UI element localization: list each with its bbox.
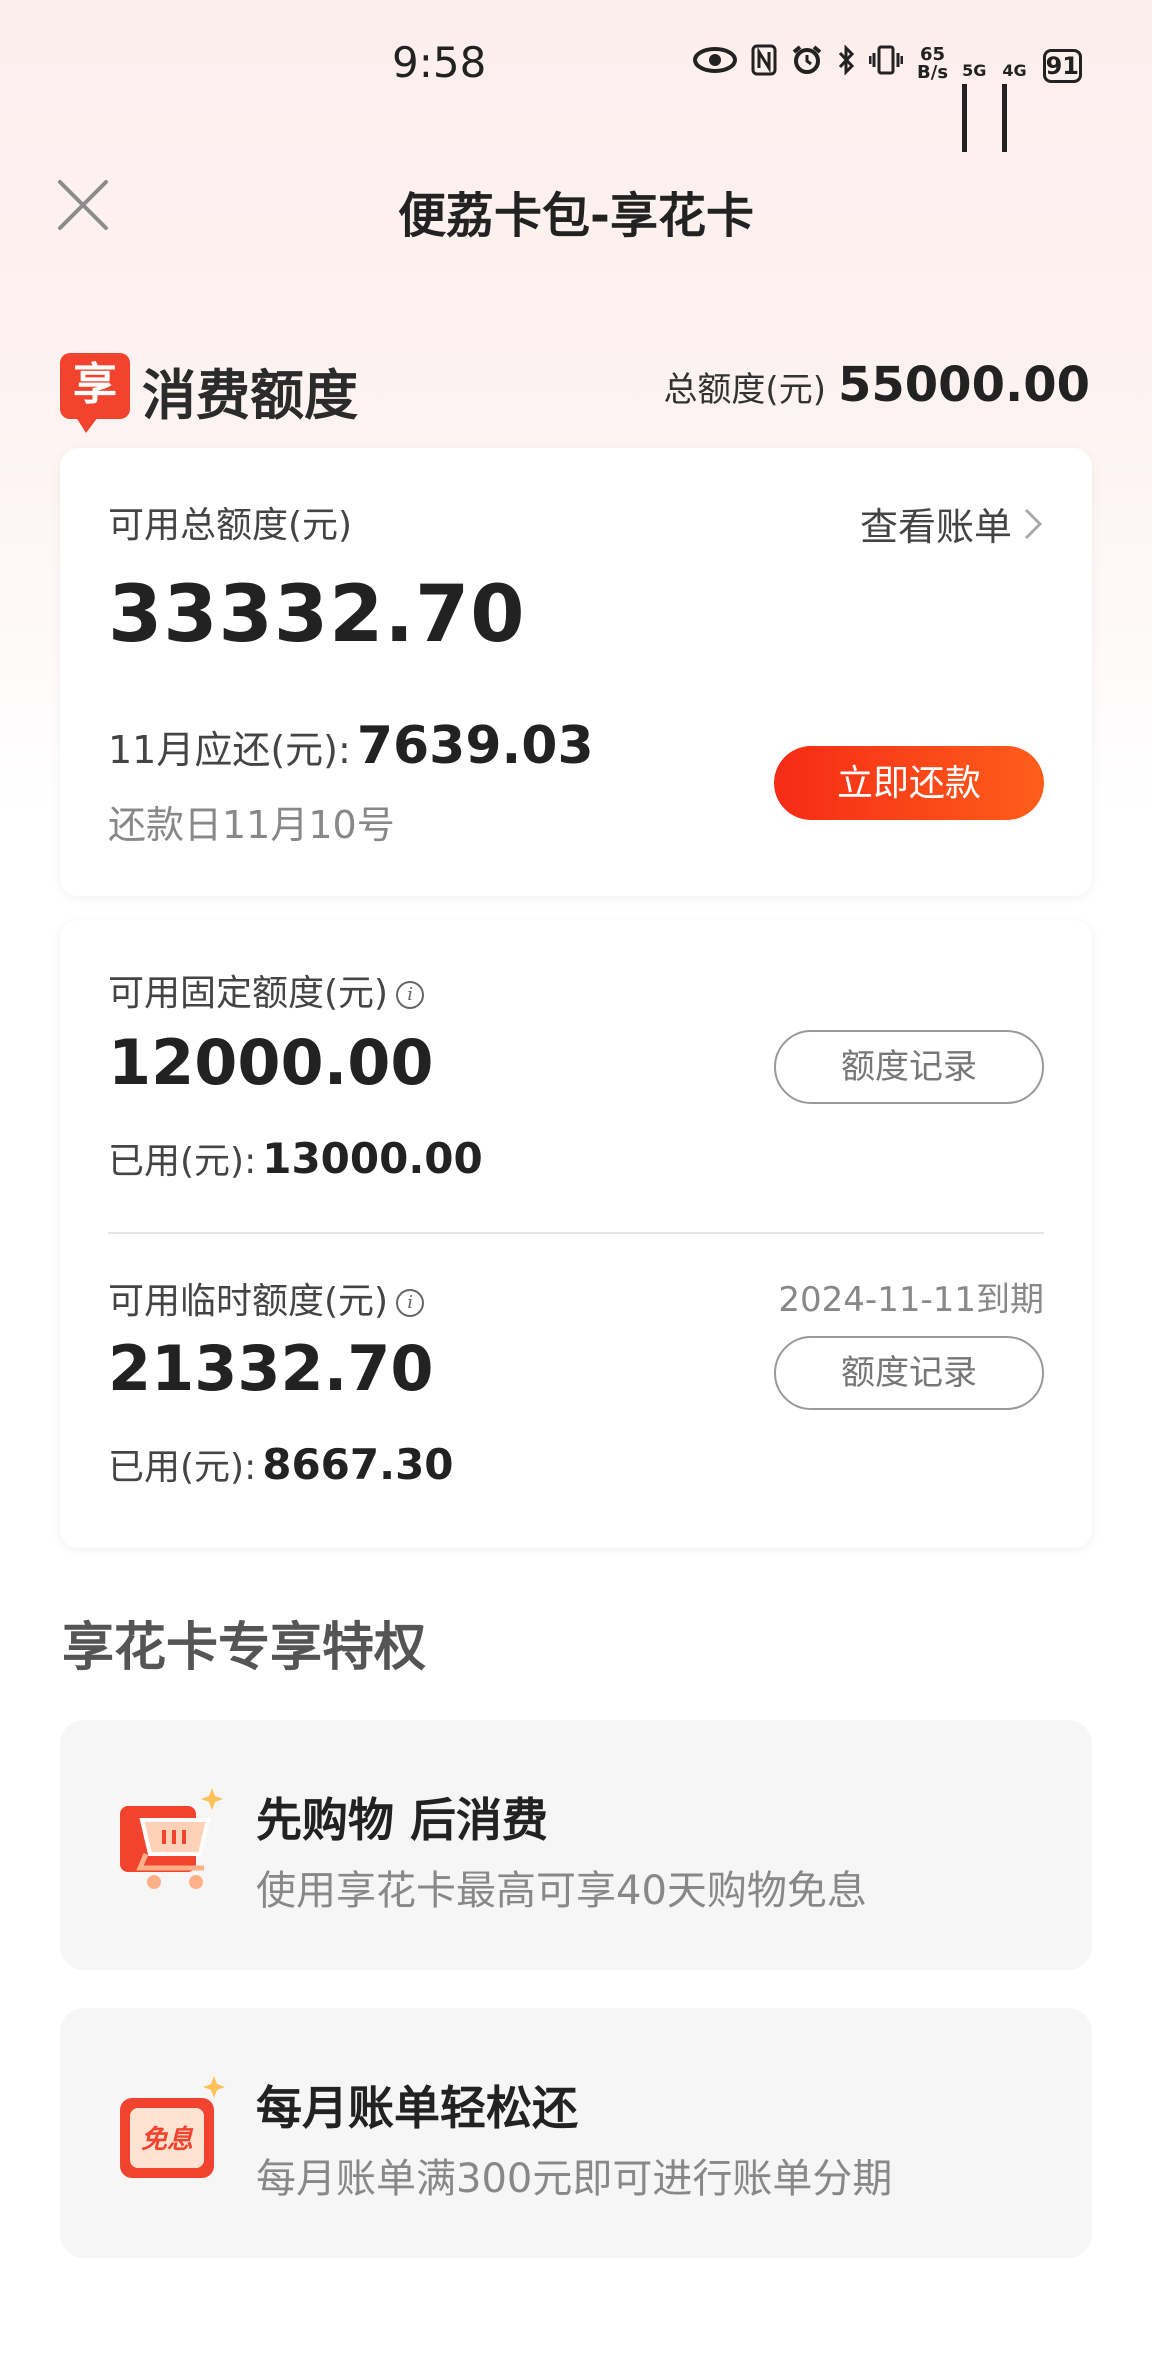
status-time: 9:58 [392,38,487,87]
page-title: 便荔卡包-享花卡 [398,188,754,244]
battery-icon: 91 [1042,47,1084,83]
fixed-quota-value: 12000.00 [108,1026,434,1099]
nfc-icon [751,44,777,84]
view-bill-label: 查看账单 [859,505,1012,549]
info-icon[interactable]: i [396,1289,425,1317]
fixed-used: 已用(元): 13000.00 [108,1132,483,1184]
available-total-label: 可用总额度(元) [108,505,353,546]
quota-title: 消费额度 [142,364,358,427]
quota-detail-card: 可用固定额度(元) i 12000.00 额度记录 已用(元): 13000.00… [60,920,1092,1548]
fixed-quota-label-row: 可用固定额度(元) i [108,964,425,1016]
battery-level: 91 [1042,48,1082,83]
temp-quota-expiry: 2024-11-11到期 [778,1280,1044,1320]
due-amount: 11月应还(元): 7639.03 [108,716,594,776]
temp-quota-value: 21332.70 [108,1332,434,1405]
status-bar: 9:58 65 B/s 5G 4G 91 [0,0,1152,152]
available-summary-card: 可用总额度(元) 查看账单 33332.70 11月应还(元): 7639.03… [60,448,1092,896]
chevron-right-icon [1024,508,1043,539]
eye-comfort-icon [693,46,738,82]
fixed-quota-label: 可用固定额度(元) [108,973,389,1014]
privileges-title: 享花卡专享特权 [62,1618,427,1678]
privilege-item[interactable]: 免息 每月账单轻松还 每月账单满300元即可进行账单分期 [60,2008,1092,2258]
privilege-name: 每月账单轻松还 [256,2081,578,2135]
total-quota-value: 55000.00 [837,357,1090,413]
privilege-desc: 使用享花卡最高可享40天购物免息 [256,1868,867,1914]
temp-quota-label: 可用临时额度(元) [108,1281,389,1322]
fixed-used-label: 已用(元): [108,1141,257,1182]
total-quota: 总额度(元) 55000.00 [663,357,1090,413]
status-icons: 65 B/s 5G 4G 91 [693,44,1084,152]
temp-used-label: 已用(元): [108,1447,257,1488]
temp-used-value: 8667.30 [262,1440,454,1489]
info-icon[interactable]: i [396,981,425,1009]
privilege-name: 先购物 后消费 [256,1793,549,1847]
total-quota-label: 总额度(元) [663,370,826,410]
net-speed: 65 B/s [917,44,949,83]
fixed-used-value: 13000.00 [262,1134,483,1183]
due-date: 还款日11月10号 [108,803,395,847]
privilege-desc: 每月账单满300元即可进行账单分期 [256,2156,893,2202]
interest-free-icon: 免息 [116,2072,226,2192]
shopping-cart-icon [116,1784,226,1904]
brand-logo-icon: 享 [60,353,130,433]
temp-quota-label-row: 可用临时额度(元) i [108,1272,425,1324]
fixed-quota-record-button[interactable]: 额度记录 [774,1030,1044,1104]
divider [108,1232,1044,1234]
privilege-item[interactable]: 先购物 后消费 使用享花卡最高可享40天购物免息 [60,1720,1092,1970]
repay-now-button[interactable]: 立即还款 [774,746,1044,820]
bluetooth-icon [837,44,855,84]
temp-used: 已用(元): 8667.30 [108,1438,454,1490]
alarm-icon [791,44,823,84]
due-amount-value: 7639.03 [356,716,594,776]
temp-quota-record-button[interactable]: 额度记录 [774,1336,1044,1410]
available-total-value: 33332.70 [108,570,526,660]
signal-5g-icon: 5G [962,49,988,152]
quota-header: 享 消费额度 总额度(元) 55000.00 [60,345,1090,433]
view-bill-link[interactable]: 查看账单 [860,496,1044,551]
interest-free-icon-text: 免息 [141,2125,194,2155]
vibrate-icon [868,44,904,84]
due-amount-label: 11月应还(元): [108,728,351,772]
signal-4g-icon: 4G [1002,49,1028,152]
nav-bar: 便荔卡包-享花卡 [0,150,1152,260]
